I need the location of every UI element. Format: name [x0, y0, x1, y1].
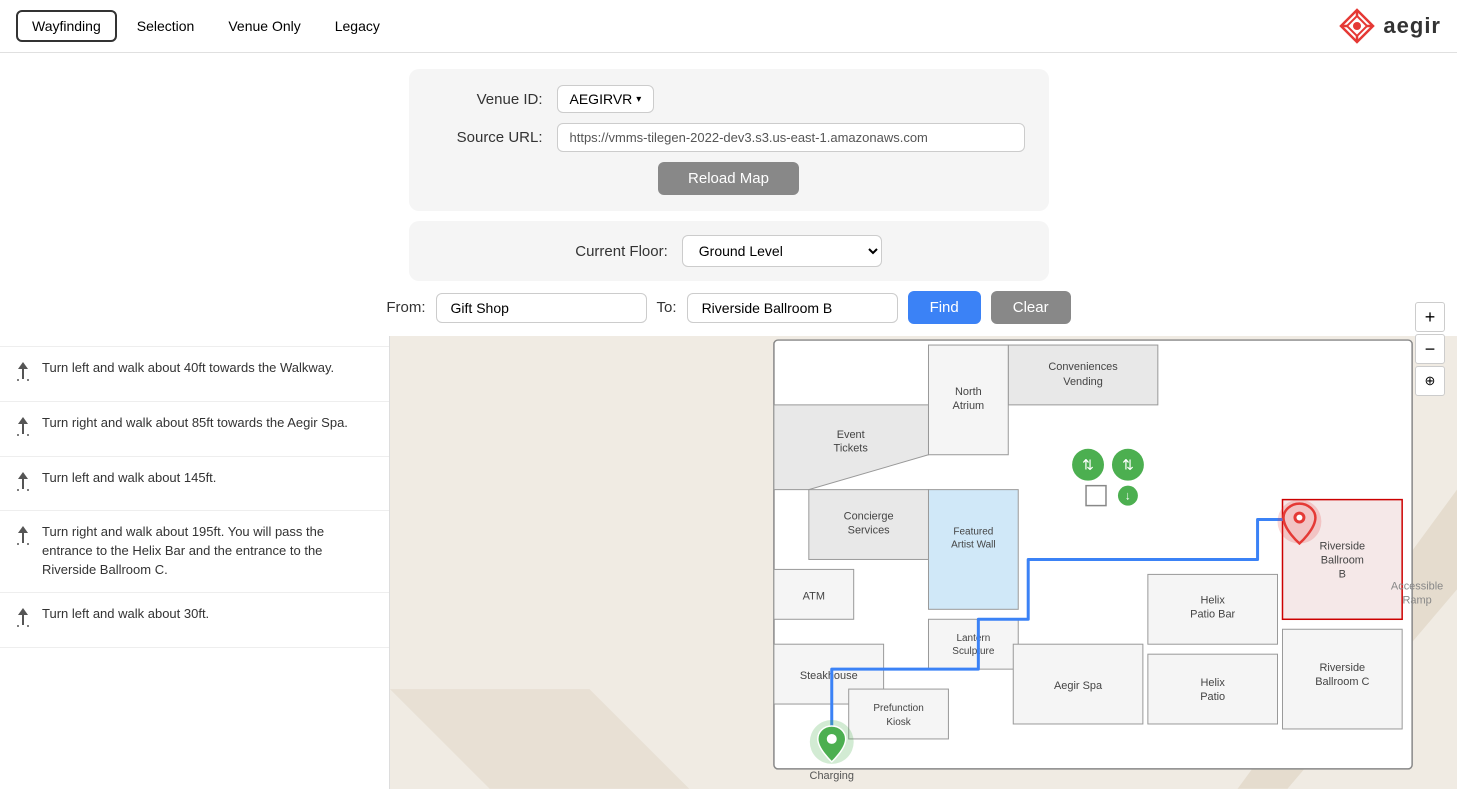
direction-item: Turn left and walk about 40ft towards th…	[0, 347, 389, 402]
svg-text:Helix: Helix	[1201, 677, 1226, 689]
direction-item: Turn right and walk about 85ft towards t…	[0, 402, 389, 457]
svg-text:Concierge: Concierge	[844, 511, 894, 523]
svg-text:Ballroom C: Ballroom C	[1315, 676, 1369, 688]
svg-text:B: B	[1339, 568, 1346, 580]
zoom-controls: + − ⊕	[1415, 302, 1445, 396]
direction-item: Turn left and walk about 30ft.	[0, 593, 389, 648]
svg-text:Vending: Vending	[1063, 376, 1103, 388]
to-label: To:	[657, 299, 677, 316]
from-label: From:	[386, 299, 425, 316]
aegir-logo-icon	[1339, 8, 1375, 44]
main-area: Starting at the entrance to the Gift Sho…	[0, 290, 1457, 789]
direction-text: Turn right and walk about 85ft towards t…	[42, 414, 348, 433]
svg-text:Accessible: Accessible	[1391, 580, 1443, 592]
route-row: From: To: Find Clear	[386, 291, 1070, 324]
direction-item: Turn left and walk about 145ft.	[0, 457, 389, 512]
reload-map-button[interactable]: Reload Map	[658, 162, 799, 195]
direction-item: Turn right and walk about 195ft. You wil…	[0, 511, 389, 593]
zoom-reset-button[interactable]: ⊕	[1415, 366, 1445, 396]
svg-text:Aegir Spa: Aegir Spa	[1054, 680, 1103, 692]
svg-text:Riverside: Riverside	[1319, 540, 1365, 552]
logo: aegir	[1339, 8, 1441, 44]
svg-text:Tickets: Tickets	[834, 443, 869, 455]
venue-id-label: Venue ID:	[433, 91, 543, 108]
venue-id-value: AEGIRVR	[570, 91, 633, 107]
zoom-in-button[interactable]: +	[1415, 302, 1445, 332]
svg-text:Artist Wall: Artist Wall	[951, 539, 996, 550]
venue-config-card: Venue ID: AEGIRVR ▾ Source URL: Reload M…	[409, 69, 1049, 211]
svg-text:Sculpture: Sculpture	[952, 646, 995, 657]
to-input[interactable]	[687, 293, 898, 323]
svg-text:Services: Services	[848, 525, 891, 537]
svg-text:Ballroom: Ballroom	[1321, 554, 1364, 566]
controls-panel: Venue ID: AEGIRVR ▾ Source URL: Reload M…	[0, 53, 1457, 336]
floor-card: Current Floor: Ground Level Level 1 Leve…	[409, 221, 1049, 281]
svg-text:⇅: ⇅	[1082, 457, 1094, 473]
svg-text:Steakhouse: Steakhouse	[800, 670, 858, 682]
svg-text:Ramp: Ramp	[1403, 594, 1432, 606]
source-url-input[interactable]	[557, 123, 1025, 152]
chevron-down-icon: ▾	[636, 94, 641, 105]
tab-selection[interactable]: Selection	[123, 12, 209, 40]
arrow-up-icon	[14, 471, 32, 499]
svg-text:Helix: Helix	[1201, 594, 1226, 606]
arrow-up-icon	[14, 525, 32, 553]
venue-id-select[interactable]: AEGIRVR ▾	[557, 85, 655, 113]
zoom-out-button[interactable]: −	[1415, 334, 1445, 364]
direction-text: Turn left and walk about 145ft.	[42, 469, 216, 488]
tab-wayfinding[interactable]: Wayfinding	[16, 10, 117, 42]
logo-text: aegir	[1383, 13, 1441, 39]
svg-text:North: North	[955, 386, 982, 398]
tab-venue-only[interactable]: Venue Only	[214, 12, 314, 40]
svg-text:Riverside: Riverside	[1319, 662, 1365, 674]
svg-text:↓: ↓	[1125, 489, 1131, 503]
svg-text:Lantern: Lantern	[956, 633, 990, 644]
clear-button[interactable]: Clear	[991, 291, 1071, 324]
svg-text:Kiosk: Kiosk	[886, 717, 910, 728]
arrow-up-icon	[14, 607, 32, 635]
top-navigation: Wayfinding Selection Venue Only Legacy a…	[0, 0, 1457, 53]
venue-id-row: Venue ID: AEGIRVR ▾	[433, 85, 1025, 113]
floor-label: Current Floor:	[575, 243, 668, 260]
arrow-up-icon	[14, 361, 32, 389]
svg-text:Prefunction: Prefunction	[873, 703, 923, 714]
tab-legacy[interactable]: Legacy	[321, 12, 394, 40]
map-svg: Conveniences Vending North Atrium Event …	[390, 290, 1457, 789]
arrow-up-icon	[14, 416, 32, 444]
svg-text:Conveniences: Conveniences	[1048, 361, 1118, 373]
svg-text:Atrium: Atrium	[953, 400, 985, 412]
svg-text:Patio Bar: Patio Bar	[1190, 608, 1235, 620]
directions-panel: Starting at the entrance to the Gift Sho…	[0, 290, 390, 789]
svg-text:Patio: Patio	[1200, 691, 1225, 703]
svg-text:Charging: Charging	[810, 770, 854, 782]
svg-text:Event: Event	[837, 429, 865, 441]
svg-text:⇅: ⇅	[1122, 457, 1134, 473]
direction-text: Turn left and walk about 40ft towards th…	[42, 359, 334, 378]
svg-text:ATM: ATM	[803, 590, 825, 602]
source-url-label: Source URL:	[433, 129, 543, 146]
direction-text: Turn right and walk about 195ft. You wil…	[42, 523, 375, 580]
map-area[interactable]: Conveniences Vending North Atrium Event …	[390, 290, 1457, 789]
svg-text:Featured: Featured	[953, 527, 993, 538]
find-button[interactable]: Find	[908, 291, 981, 324]
from-input[interactable]	[436, 293, 647, 323]
direction-text: Turn left and walk about 30ft.	[42, 605, 209, 624]
floor-select[interactable]: Ground Level Level 1 Level 2	[682, 235, 882, 267]
source-url-row: Source URL:	[433, 123, 1025, 152]
